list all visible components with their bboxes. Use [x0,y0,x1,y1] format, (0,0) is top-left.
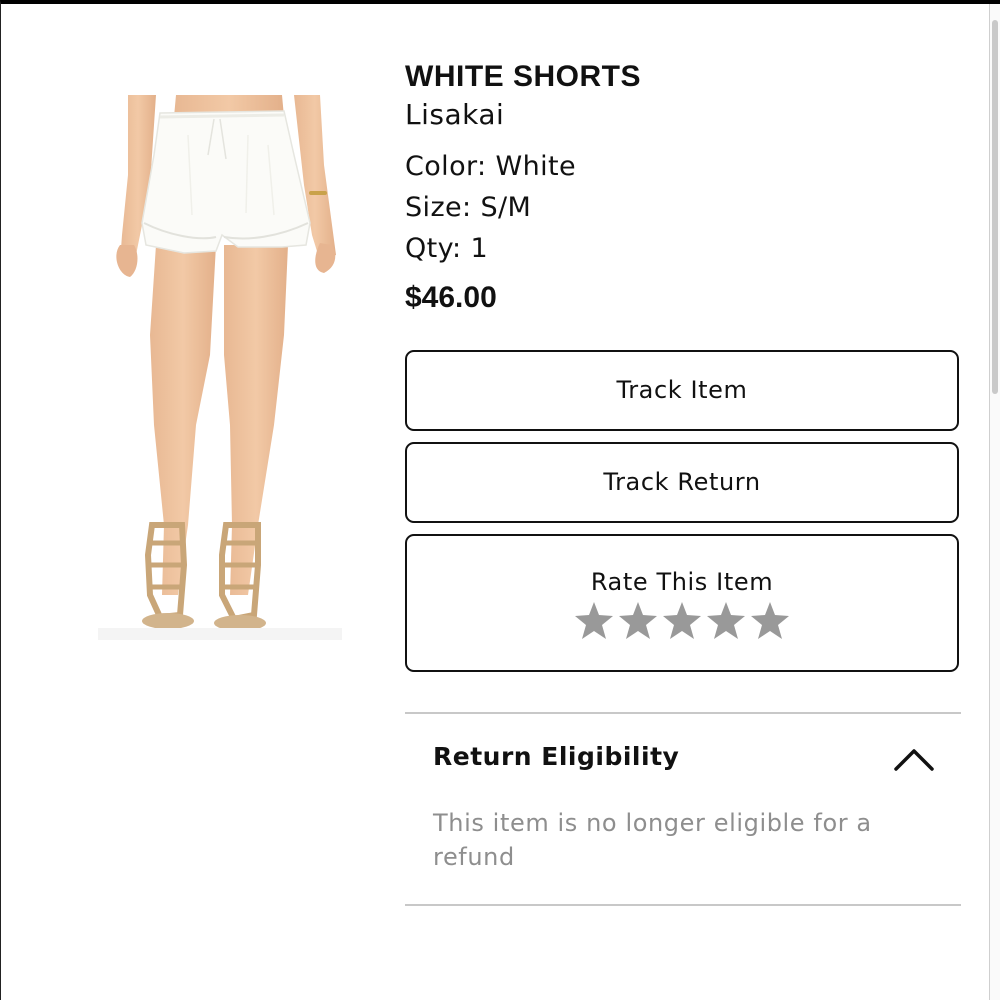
divider [405,712,961,714]
divider [405,904,961,906]
product-brand: Lisakai [405,98,505,131]
chevron-up-icon[interactable] [893,744,935,774]
return-eligibility-title: Return Eligibility [433,742,680,771]
track-return-button[interactable]: Track Return [405,442,959,523]
product-image [98,95,342,640]
star-icon[interactable] [749,600,791,642]
product-color: Color: White [405,151,577,182]
product-quantity: Qty: 1 [405,233,489,264]
product-info: WHITE SHORTS Lisakai Color: White Size: … [405,58,965,318]
rate-item-button[interactable]: Rate This Item [405,534,959,672]
star-icon[interactable] [573,600,615,642]
product-title: WHITE SHORTS [405,60,641,93]
track-item-button[interactable]: Track Item [405,350,959,431]
star-rating[interactable] [407,600,957,642]
star-icon[interactable] [705,600,747,642]
return-eligibility-toggle[interactable]: Return Eligibility [405,730,961,792]
scrollbar-track[interactable] [989,4,1000,1000]
return-eligibility-message: This item is no longer eligible for a re… [433,809,872,871]
star-icon[interactable] [617,600,659,642]
product-size: Size: S/M [405,192,532,223]
scrollbar-thumb[interactable] [992,20,998,394]
star-icon[interactable] [661,600,703,642]
rate-item-label: Rate This Item [590,568,774,596]
product-price: $46.00 [405,281,497,314]
